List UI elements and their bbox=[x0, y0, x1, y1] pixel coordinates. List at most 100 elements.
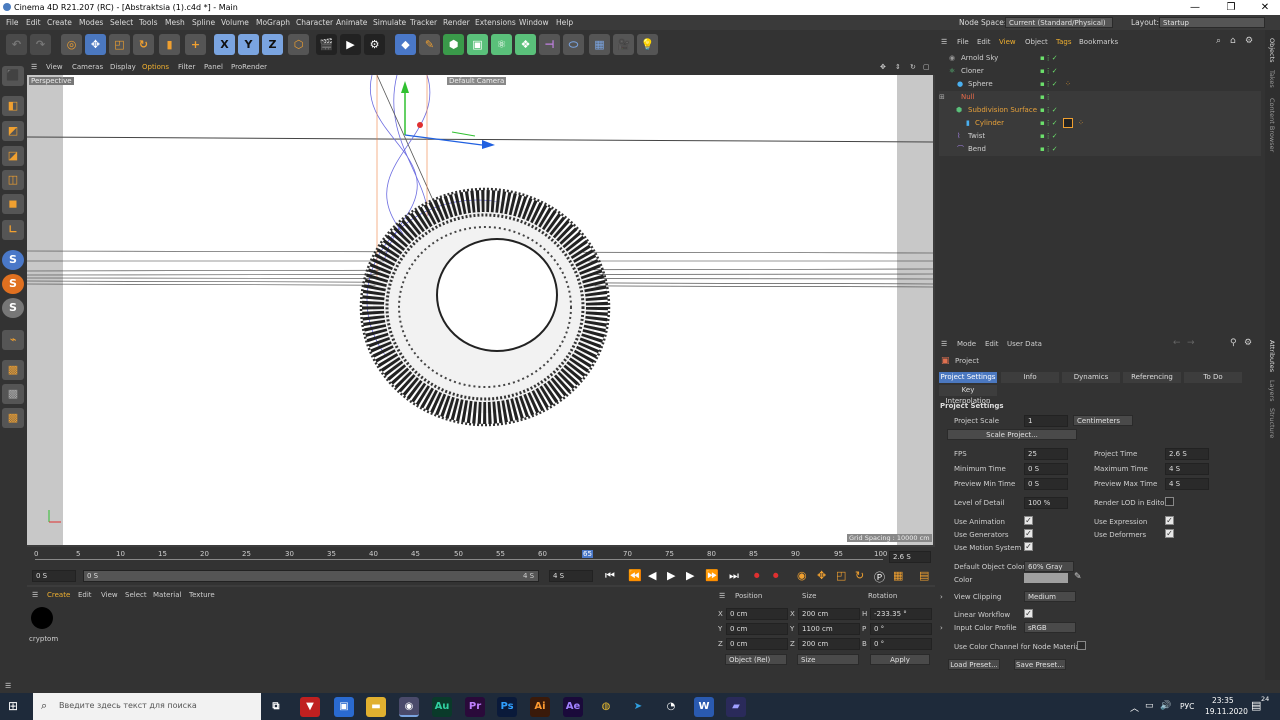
object-menu-file[interactable]: File bbox=[957, 38, 969, 46]
tab-content-browser[interactable]: Content Browser bbox=[1268, 98, 1276, 152]
next-frame-icon[interactable]: ▶ bbox=[686, 569, 694, 582]
workplane-icon[interactable]: ▩ bbox=[2, 360, 24, 380]
x-axis-button[interactable]: X bbox=[214, 34, 235, 55]
visibility-check-icon[interactable]: ▪⋮✓ bbox=[1040, 52, 1058, 65]
add-tool-icon[interactable]: + bbox=[185, 34, 206, 55]
use-deformers-checkbox[interactable]: ✓ bbox=[1165, 529, 1174, 538]
polygons-mode-icon[interactable]: ◼ bbox=[2, 194, 24, 214]
tab-key-interpolation[interactable]: Key Interpolation bbox=[939, 385, 997, 405]
object-row-sphere[interactable]: ● Sphere ▪⋮✓ ⁘ bbox=[939, 78, 1261, 91]
edges-mode-icon[interactable]: ◫ bbox=[2, 170, 24, 190]
current-frame-field[interactable]: 2.6 S bbox=[889, 551, 931, 563]
tab-attributes[interactable]: Attributes bbox=[1268, 340, 1276, 372]
tab-objects[interactable]: Objects bbox=[1268, 38, 1276, 63]
save-preset-button[interactable]: Save Preset... bbox=[1014, 659, 1066, 670]
move-tool-icon[interactable]: ✥ bbox=[85, 34, 106, 55]
viewport-maximize-icon[interactable]: ▢ bbox=[923, 63, 930, 71]
go-to-end-icon[interactable]: ⏭ bbox=[729, 569, 739, 583]
object-search-icon[interactable]: ⌕ bbox=[1216, 36, 1221, 46]
visibility-check-icon[interactable]: ▪⋮✓ bbox=[1040, 143, 1058, 156]
taskbar-search-box[interactable]: ⌕ Введите здесь текст для поиска bbox=[33, 693, 261, 720]
object-menu-icon[interactable]: ☰ bbox=[941, 38, 947, 46]
axis-mode-icon[interactable]: ∟ bbox=[2, 220, 24, 240]
pos-z-field[interactable]: 0 cm bbox=[726, 638, 788, 650]
attr-lock-icon[interactable]: ⚲ bbox=[1230, 338, 1237, 348]
rot-p-field[interactable]: 0 ° bbox=[870, 623, 932, 635]
menu-spline[interactable]: Spline bbox=[192, 18, 215, 27]
visibility-check-icon[interactable]: ▪⋮✓ bbox=[1040, 104, 1058, 117]
viewport-menu-icon[interactable]: ☰ bbox=[31, 63, 37, 71]
object-menu-tags[interactable]: Tags bbox=[1056, 38, 1072, 46]
object-row-twist[interactable]: ⌇ Twist ▪⋮✓ bbox=[939, 130, 1261, 143]
object-row-arnold-sky[interactable]: ◉ Arnold Sky ▪⋮✓ bbox=[939, 52, 1261, 65]
coord-menu-icon[interactable]: ☰ bbox=[719, 592, 725, 600]
record-keys-icon[interactable]: ⏺ bbox=[754, 569, 760, 583]
maximize-button[interactable]: ❐ bbox=[1214, 0, 1248, 15]
object-menu-edit[interactable]: Edit bbox=[977, 38, 991, 46]
eyedropper-icon[interactable]: ✎ bbox=[1074, 572, 1082, 582]
visibility-check-icon[interactable]: ▪⋮✓ bbox=[1040, 78, 1058, 91]
object-row-bend[interactable]: ⌒ Bend ▪⋮✓ bbox=[939, 143, 1261, 156]
minimize-button[interactable]: — bbox=[1178, 0, 1212, 15]
media-encoder-icon[interactable]: ▰ bbox=[726, 697, 746, 717]
prev-key-icon[interactable]: ⏪ bbox=[628, 569, 642, 582]
texture-mode-icon[interactable]: ◩ bbox=[2, 121, 24, 141]
network-icon[interactable]: ▭ bbox=[1145, 701, 1154, 711]
menu-extensions[interactable]: Extensions bbox=[475, 18, 516, 27]
object-settings-icon[interactable]: ⚙ bbox=[1245, 36, 1253, 46]
snap-s-button-2[interactable]: S bbox=[2, 274, 24, 294]
app-circle-icon[interactable]: ◔ bbox=[661, 697, 681, 717]
cube-icon[interactable]: ◆ bbox=[395, 34, 416, 55]
menu-tools[interactable]: Tools bbox=[139, 18, 157, 27]
points-mode-icon[interactable]: ◪ bbox=[2, 146, 24, 166]
start-time-field[interactable]: 0 S bbox=[32, 570, 76, 582]
scale-project-button[interactable]: Scale Project... bbox=[947, 429, 1077, 440]
material-menu-material[interactable]: Material bbox=[153, 591, 181, 599]
undo-icon[interactable]: ↶ bbox=[6, 34, 27, 55]
subdivision-icon[interactable]: ⬢ bbox=[443, 34, 464, 55]
word-icon[interactable]: W bbox=[694, 697, 714, 717]
object-row-null[interactable]: ⊞ Null ▪⋮ bbox=[939, 91, 1261, 104]
lock-workplane-icon[interactable]: ▩ bbox=[2, 384, 24, 404]
premiere-icon[interactable]: Pr bbox=[465, 697, 485, 717]
redo-icon[interactable]: ↷ bbox=[30, 34, 51, 55]
z-axis-arrow-icon[interactable] bbox=[482, 140, 495, 149]
go-to-start-icon[interactable]: ⏮ bbox=[605, 569, 615, 583]
menu-create[interactable]: Create bbox=[47, 18, 72, 27]
node-space-dropdown[interactable]: Current (Standard/Physical) bbox=[1005, 17, 1113, 28]
tab-dynamics[interactable]: Dynamics bbox=[1062, 372, 1120, 383]
status-menu-icon[interactable]: ☰ bbox=[5, 682, 11, 690]
object-row-subdivision[interactable]: ⬢ Subdivision Surface ▪⋮✓ bbox=[939, 104, 1261, 117]
attr-menu-icon[interactable]: ☰ bbox=[941, 340, 947, 348]
tab-referencing[interactable]: Referencing bbox=[1123, 372, 1181, 383]
y-axis-button[interactable]: Y bbox=[238, 34, 259, 55]
key-param-icon[interactable]: Ⓟ bbox=[874, 569, 885, 585]
viewport-menu-view[interactable]: View bbox=[46, 63, 63, 71]
menu-simulate[interactable]: Simulate bbox=[373, 18, 406, 27]
make-editable-icon[interactable]: ⬛ bbox=[2, 66, 24, 86]
preview-min-field[interactable]: 0 S bbox=[1024, 478, 1068, 490]
viewport-move-icon[interactable]: ✥ bbox=[880, 63, 886, 71]
rot-h-field[interactable]: -233.35 ° bbox=[870, 608, 932, 620]
coord-mode-dropdown[interactable]: Object (Rel) bbox=[725, 654, 787, 665]
viewport-zoom-icon[interactable]: ⇕ bbox=[895, 63, 901, 71]
playhead[interactable]: 65 bbox=[582, 550, 593, 558]
app-blue-icon[interactable]: ▣ bbox=[334, 697, 354, 717]
tag-icon[interactable]: ⁘ bbox=[1065, 78, 1071, 91]
snap-s-button-3[interactable]: S bbox=[2, 298, 24, 318]
viewport-menu-panel[interactable]: Panel bbox=[204, 63, 223, 71]
visibility-check-icon[interactable]: ▪⋮ bbox=[1040, 91, 1052, 104]
viewport-rotate-icon[interactable]: ↻ bbox=[910, 63, 916, 71]
key-pla-icon[interactable]: ▦ bbox=[893, 569, 903, 582]
material-tag-icon[interactable] bbox=[1063, 118, 1073, 128]
task-view-icon[interactable]: ⧉ bbox=[266, 697, 286, 717]
notifications-icon[interactable]: ▤ bbox=[1251, 699, 1261, 712]
viewport-menu-cameras[interactable]: Cameras bbox=[72, 63, 103, 71]
viewport-menu-prorender[interactable]: ProRender bbox=[231, 63, 267, 71]
attr-settings-icon[interactable]: ⚙ bbox=[1244, 338, 1252, 348]
floor-icon[interactable]: ▦ bbox=[589, 34, 610, 55]
viewport[interactable]: Perspective Default Camera Grid Spacing … bbox=[27, 75, 933, 545]
viewport-menu-options[interactable]: Options bbox=[142, 63, 169, 71]
array-icon[interactable]: ▣ bbox=[467, 34, 488, 55]
view-clipping-dropdown[interactable]: Medium bbox=[1024, 591, 1076, 602]
